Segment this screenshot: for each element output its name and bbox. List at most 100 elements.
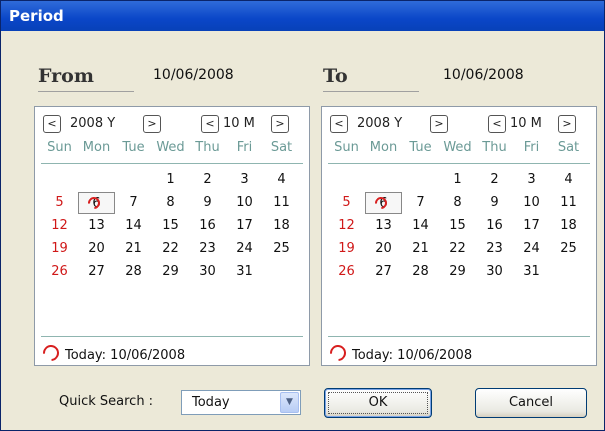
to-next-year-button[interactable]: > — [430, 115, 448, 133]
to-day-cell[interactable]: 30 — [476, 261, 513, 283]
to-day-cell[interactable]: 22 — [439, 238, 476, 260]
from-day-cell[interactable]: 26 — [41, 261, 78, 283]
to-month-label: 10 M — [510, 116, 542, 131]
to-day-cell[interactable]: 8 — [439, 192, 476, 214]
from-day-cell[interactable]: 23 — [189, 238, 226, 260]
to-today-label: Today: — [352, 348, 394, 363]
from-day-cell[interactable]: 25 — [263, 238, 300, 260]
to-weekday-6: Sat — [557, 140, 580, 155]
from-day-cell[interactable]: 21 — [115, 238, 152, 260]
to-day-cell[interactable]: 26 — [328, 261, 365, 283]
to-day-cell[interactable]: 11 — [550, 192, 587, 214]
from-day-cell[interactable]: 17 — [226, 215, 263, 237]
to-day-grid: 1 2 3 4 5 6 7 8 9 10 11 12 13 14 15 16 17 18 19 20 21 22 23 24 2… — [328, 169, 590, 309]
from-day-cell[interactable]: 22 — [152, 238, 189, 260]
from-prev-month-button[interactable]: < — [201, 115, 219, 133]
to-day-cell[interactable]: 27 — [365, 261, 402, 283]
to-day-cell[interactable]: 31 — [513, 261, 550, 283]
to-day-cell[interactable]: 3 — [513, 169, 550, 191]
title-bar[interactable]: Period — [1, 1, 604, 31]
from-date-value: 10/06/2008 — [153, 67, 234, 83]
from-year-label: 2008 Y — [70, 116, 116, 131]
to-day-cell[interactable]: 14 — [402, 215, 439, 237]
from-day-cell[interactable]: 20 — [78, 238, 115, 260]
ok-button[interactable]: OK — [324, 388, 432, 418]
to-weekday-0: Sun — [334, 140, 359, 155]
period-dialog: Period From 10/06/2008 To 10/06/2008 <20… — [0, 0, 605, 431]
to-day-cell-selected[interactable]: 6 — [365, 192, 402, 214]
to-day-cell[interactable]: 16 — [476, 215, 513, 237]
from-day-cell[interactable]: 4 — [263, 169, 300, 191]
from-weekday-5: Fri — [236, 140, 253, 155]
to-today-link[interactable]: Today: 10/06/2008 — [326, 341, 472, 365]
to-day-cell[interactable]: 23 — [476, 238, 513, 260]
from-today-link[interactable]: Today: 10/06/2008 — [39, 341, 185, 365]
to-day-cell[interactable]: 17 — [513, 215, 550, 237]
to-day-cell[interactable]: 29 — [439, 261, 476, 283]
from-day-cell[interactable]: 5 — [41, 192, 78, 214]
from-day-cell[interactable]: 11 — [263, 192, 300, 214]
to-calendar: <2008 Y > <10 M > Sun Mon Tue Wed Thu Fri Sat 1 2 3 4 5… — [321, 106, 597, 366]
from-day-cell[interactable]: 13 — [78, 215, 115, 237]
to-day-cell[interactable]: 28 — [402, 261, 439, 283]
from-day-cell[interactable]: 16 — [189, 215, 226, 237]
from-day-grid: 1 2 3 4 5 6 7 8 9 10 11 12 13 14 15 16 17 18 19 20 21 22 23 24 2… — [41, 169, 303, 309]
cancel-button[interactable]: Cancel — [475, 388, 587, 418]
from-day-cell[interactable]: 31 — [226, 261, 263, 283]
from-day-cell[interactable]: 28 — [115, 261, 152, 283]
from-weekday-0: Sun — [47, 140, 72, 155]
to-day-cell[interactable]: 25 — [550, 238, 587, 260]
from-today-label: Today: — [65, 348, 107, 363]
from-day-cell[interactable]: 19 — [41, 238, 78, 260]
to-weekday-4: Thu — [482, 140, 507, 155]
from-day-cell[interactable]: 30 — [189, 261, 226, 283]
from-day-cell[interactable]: 9 — [189, 192, 226, 214]
from-prev-year-button[interactable]: < — [43, 115, 61, 133]
to-day-cell[interactable]: 20 — [365, 238, 402, 260]
from-weekday-6: Sat — [270, 140, 293, 155]
from-weekday-2: Tue — [122, 140, 145, 155]
to-weekday-header: Sun Mon Tue Wed Thu Fri Sat — [328, 140, 590, 162]
to-underline — [323, 91, 419, 92]
to-next-month-button[interactable]: > — [558, 115, 576, 133]
from-day-cell[interactable]: 10 — [226, 192, 263, 214]
from-day-cell[interactable]: 12 — [41, 215, 78, 237]
from-next-year-button[interactable]: > — [143, 115, 161, 133]
to-header-divider — [328, 163, 590, 164]
to-day-cell[interactable]: 10 — [513, 192, 550, 214]
to-day-cell[interactable]: 15 — [439, 215, 476, 237]
from-day-cell-selected[interactable]: 6 — [78, 192, 115, 214]
from-day-cell[interactable]: 2 — [189, 169, 226, 191]
from-next-month-button[interactable]: > — [271, 115, 289, 133]
to-day-cell[interactable]: 24 — [513, 238, 550, 260]
from-day-cell[interactable]: 27 — [78, 261, 115, 283]
to-day-cell[interactable]: 1 — [439, 169, 476, 191]
to-day-cell[interactable]: 13 — [365, 215, 402, 237]
to-prev-month-button[interactable]: < — [488, 115, 506, 133]
from-day-cell[interactable]: 15 — [152, 215, 189, 237]
from-day-cell[interactable]: 24 — [226, 238, 263, 260]
today-circle-icon — [326, 341, 350, 365]
from-day-cell[interactable]: 8 — [152, 192, 189, 214]
to-day-cell[interactable]: 12 — [328, 215, 365, 237]
to-day-cell[interactable]: 2 — [476, 169, 513, 191]
from-day-cell[interactable]: 18 — [263, 215, 300, 237]
from-day-cell[interactable]: 14 — [115, 215, 152, 237]
to-day-cell[interactable]: 9 — [476, 192, 513, 214]
to-day-cell[interactable]: 18 — [550, 215, 587, 237]
to-day-cell[interactable]: 4 — [550, 169, 587, 191]
to-day-cell[interactable]: 21 — [402, 238, 439, 260]
quick-search-select[interactable]: Today ▼ — [181, 390, 301, 415]
from-day-cell[interactable]: 7 — [115, 192, 152, 214]
from-day-cell[interactable]: 1 — [152, 169, 189, 191]
chevron-down-icon[interactable]: ▼ — [280, 392, 299, 413]
to-day-cell[interactable]: 19 — [328, 238, 365, 260]
today-circle-icon — [39, 341, 63, 365]
from-day-cell[interactable]: 29 — [152, 261, 189, 283]
to-prev-year-button[interactable]: < — [330, 115, 348, 133]
to-weekday-1: Mon — [369, 140, 398, 155]
to-day-cell[interactable]: 7 — [402, 192, 439, 214]
to-day-cell[interactable]: 5 — [328, 192, 365, 214]
from-day-cell[interactable]: 3 — [226, 169, 263, 191]
from-header-divider — [41, 163, 303, 164]
